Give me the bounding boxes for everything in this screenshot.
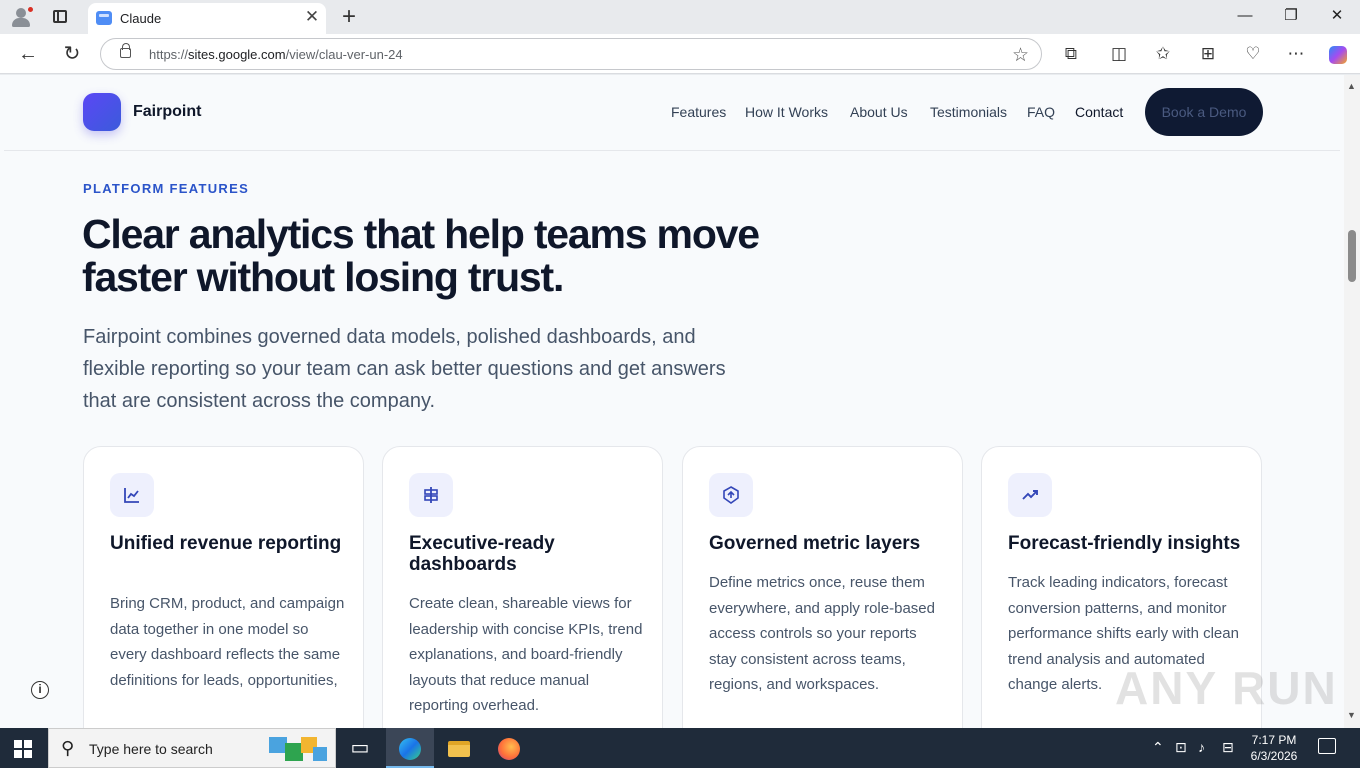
nav-link-about-us[interactable]: About Us bbox=[850, 104, 908, 120]
edge-browser-icon[interactable] bbox=[386, 728, 434, 768]
taskbar-search-placeholder: Type here to search bbox=[89, 741, 213, 757]
hero-description: Fairpoint combines governed data models,… bbox=[83, 326, 726, 412]
site-info-icon[interactable]: i bbox=[31, 681, 49, 699]
trend-up-icon bbox=[1008, 473, 1052, 517]
nav-link-contact[interactable]: Contact bbox=[1075, 104, 1123, 120]
book-demo-button[interactable]: Book a Demo bbox=[1145, 88, 1263, 136]
feature-card: Unified revenue reporting Bring CRM, pro… bbox=[83, 446, 364, 728]
page-viewport: Fairpoint Features How It Works About Us… bbox=[0, 75, 1360, 728]
tray-chevron-icon[interactable]: ⌃ bbox=[1152, 739, 1164, 756]
clock-time: 7:17 PM bbox=[1251, 733, 1297, 747]
favorites-icon[interactable]: ✩ bbox=[1150, 42, 1176, 66]
tab-actions-icon[interactable] bbox=[53, 10, 67, 23]
network-icon[interactable]: ⊟ bbox=[1222, 739, 1234, 756]
taskbar-search-box[interactable]: ⚲ Type here to search bbox=[48, 728, 336, 768]
notification-icon[interactable] bbox=[1318, 738, 1336, 754]
scroll-up-icon[interactable]: ▲ bbox=[1347, 81, 1356, 91]
section-eyebrow: PLATFORM FEATURES bbox=[83, 181, 250, 196]
watermark: ANY RUN bbox=[1115, 662, 1338, 714]
nav-link-faq[interactable]: FAQ bbox=[1027, 104, 1055, 120]
card-title: Governed metric layers bbox=[709, 533, 921, 554]
site-info-lock-icon[interactable] bbox=[120, 43, 131, 58]
feature-card: Governed metric layers Define metrics on… bbox=[682, 446, 963, 728]
profile-avatar-icon[interactable] bbox=[8, 5, 34, 29]
nav-link-features[interactable]: Features bbox=[671, 104, 726, 120]
card-description: Bring CRM, product, and campaign data to… bbox=[110, 595, 345, 689]
card-description: Define metrics once, reuse them everywhe… bbox=[709, 574, 935, 693]
dashboard-icon bbox=[409, 473, 453, 517]
reload-icon[interactable]: ↻ bbox=[59, 42, 85, 66]
nav-link-testimonials[interactable]: Testimonials bbox=[930, 104, 1007, 120]
collections-icon[interactable]: ⊞ bbox=[1195, 42, 1221, 66]
card-title: Forecast-friendly insights bbox=[1008, 533, 1241, 554]
tray-meet-icon[interactable]: ⊡ bbox=[1175, 739, 1187, 756]
search-icon: ⚲ bbox=[61, 738, 75, 758]
chart-line-icon bbox=[110, 473, 154, 517]
tab-close-icon[interactable]: ✕ bbox=[302, 7, 322, 27]
window-close-icon[interactable]: ✕ bbox=[1322, 6, 1352, 26]
restore-icon[interactable]: ❐ bbox=[1276, 6, 1306, 26]
card-description: Create clean, shareable views for leader… bbox=[409, 595, 643, 714]
back-arrow-icon[interactable]: ← bbox=[15, 42, 41, 66]
address-bar[interactable]: https://sites.google.com/view/clau-ver-u… bbox=[100, 38, 1042, 70]
site-header: Fairpoint Features How It Works About Us… bbox=[4, 75, 1340, 151]
file-explorer-icon[interactable] bbox=[435, 728, 483, 768]
browser-essentials-icon[interactable]: ♡ bbox=[1240, 42, 1266, 66]
page-scrollbar[interactable]: ▲ ▼ bbox=[1344, 75, 1360, 728]
taskbar: ⚲ Type here to search ▭ ⌃ ⊡ ♪ ⊟ 7:17 PM … bbox=[0, 728, 1360, 768]
tab-favicon-icon bbox=[96, 11, 112, 25]
task-view-icon[interactable]: ▭ bbox=[336, 728, 384, 768]
scrollbar-thumb[interactable] bbox=[1348, 230, 1356, 282]
minimize-icon[interactable]: — bbox=[1230, 6, 1260, 26]
tab-title: Claude bbox=[120, 11, 162, 26]
logo-icon[interactable] bbox=[83, 93, 121, 131]
browser-toolbar: ← ↻ https://sites.google.com/view/clau-v… bbox=[0, 34, 1360, 74]
card-title: Unified revenue reporting bbox=[110, 533, 342, 554]
extensions-icon[interactable]: ⧉ bbox=[1058, 42, 1084, 66]
favorite-star-icon[interactable]: ☆ bbox=[1012, 44, 1029, 67]
firefox-icon[interactable] bbox=[485, 728, 533, 768]
shield-icon bbox=[709, 473, 753, 517]
split-screen-icon[interactable]: ◫ bbox=[1106, 42, 1132, 66]
search-highlight-image bbox=[267, 733, 329, 765]
logo-text[interactable]: Fairpoint bbox=[133, 103, 201, 121]
browser-tab-strip: Claude ✕ + — ❐ ✕ bbox=[0, 0, 1360, 34]
hero-title: Clear analytics that help teams move fas… bbox=[82, 211, 760, 300]
volume-icon[interactable]: ♪ bbox=[1198, 739, 1205, 755]
windows-start-icon[interactable] bbox=[14, 740, 32, 758]
nav-link-how-it-works[interactable]: How It Works bbox=[745, 104, 828, 120]
copilot-icon[interactable] bbox=[1325, 42, 1351, 66]
card-title: Executive-ready dashboards bbox=[409, 533, 555, 575]
scroll-down-icon[interactable]: ▼ bbox=[1347, 710, 1356, 720]
clock-date: 6/3/2026 bbox=[1250, 749, 1298, 763]
settings-more-icon[interactable]: ⋯ bbox=[1283, 42, 1309, 66]
new-tab-icon[interactable]: + bbox=[336, 3, 362, 31]
url-text[interactable]: https://sites.google.com/view/clau-ver-u… bbox=[149, 47, 403, 62]
feature-card: Executive-ready dashboards Create clean,… bbox=[382, 446, 663, 728]
taskbar-clock[interactable]: 7:17 PM 6/3/2026 bbox=[1246, 732, 1302, 764]
browser-tab[interactable]: Claude ✕ bbox=[88, 3, 326, 34]
